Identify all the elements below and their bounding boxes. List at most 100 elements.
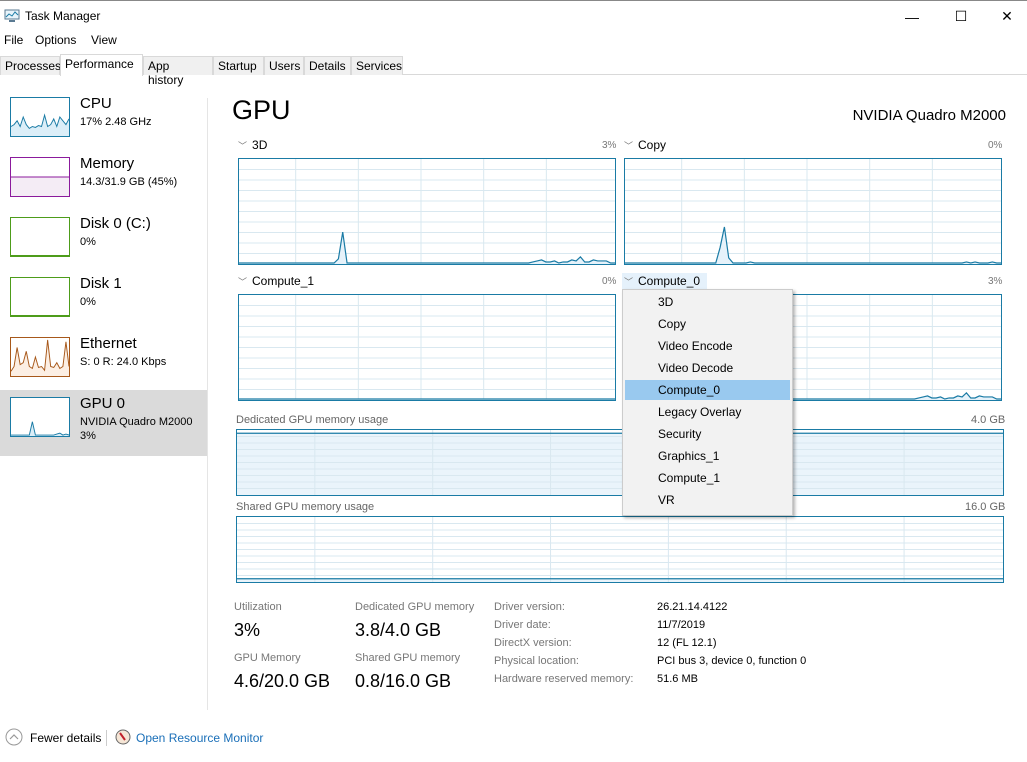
engine-selector-compute-0[interactable]: ﹀ Compute_0 bbox=[624, 274, 700, 288]
engine-value-copy: 0% bbox=[988, 140, 1003, 151]
graph-copy-svg bbox=[625, 159, 1001, 264]
footer-divider bbox=[106, 730, 107, 746]
tab-processes[interactable]: Processes bbox=[0, 56, 61, 75]
chevron-down-icon: ﹀ bbox=[624, 277, 634, 287]
engine-value-compute-1: 0% bbox=[602, 276, 617, 287]
info-value: 26.21.14.4122 bbox=[657, 601, 728, 613]
engine-selector-compute-1[interactable]: ﹀ Compute_1 bbox=[238, 274, 314, 288]
dropdown-item-copy[interactable]: Copy bbox=[625, 314, 790, 334]
info-label: Driver version: bbox=[494, 601, 565, 613]
sidebar-item-gpu-0[interactable]: GPU 0 NVIDIA Quadro M2000 3% bbox=[0, 390, 207, 456]
minimize-icon: — bbox=[905, 8, 919, 25]
dropdown-item-graphics-1[interactable]: Graphics_1 bbox=[625, 446, 790, 466]
tab-startup[interactable]: Startup bbox=[213, 56, 264, 75]
tab-performance[interactable]: Performance bbox=[60, 54, 143, 76]
graph-copy bbox=[624, 158, 1002, 265]
info-value: 11/7/2019 bbox=[657, 619, 706, 631]
device-name: NVIDIA Quadro M2000 bbox=[852, 107, 1006, 124]
sidebar-divider bbox=[207, 98, 208, 710]
tab-app-history[interactable]: App history bbox=[143, 56, 213, 87]
dropdown-item-legacy-overlay[interactable]: Legacy Overlay bbox=[625, 402, 790, 422]
chevron-down-icon: ﹀ bbox=[238, 277, 248, 287]
dropdown-item-security[interactable]: Security bbox=[625, 424, 790, 444]
graph-shared-svg bbox=[237, 517, 1003, 582]
maximize-icon: ☐ bbox=[954, 8, 968, 24]
shared-memory-max: 16.0 GB bbox=[965, 501, 1006, 513]
menu-bar: File Options View bbox=[0, 32, 1027, 50]
sidebar-item-disk-1[interactable]: Disk 1 0% bbox=[0, 270, 207, 336]
sidebar-item-detail: NVIDIA Quadro M2000 bbox=[80, 416, 193, 428]
sidebar-item-detail-2: 3% bbox=[80, 430, 96, 442]
close-button[interactable]: ✕ bbox=[984, 1, 1027, 32]
tab-services[interactable]: Services bbox=[351, 56, 403, 75]
info-label: Driver date: bbox=[494, 619, 551, 631]
sidebar-item-ethernet[interactable]: Ethernet S: 0 R: 24.0 Kbps bbox=[0, 330, 207, 396]
dedicated-gpu-memory-value: 3.8/4.0 GB bbox=[355, 620, 442, 640]
gpu-memory-label: GPU Memory bbox=[234, 652, 301, 664]
resource-monitor-icon bbox=[115, 729, 131, 745]
sidebar-item-name: Ethernet bbox=[80, 335, 137, 352]
dropdown-item-compute-0[interactable]: Compute_0 bbox=[625, 380, 790, 400]
engine-selector-copy[interactable]: ﹀ Copy bbox=[624, 138, 666, 152]
sidebar-item-detail: S: 0 R: 24.0 Kbps bbox=[80, 356, 167, 368]
dropdown-item-vr[interactable]: VR bbox=[625, 490, 790, 510]
tab-bar: Processes Performance App history Startu… bbox=[0, 54, 1027, 87]
tab-users[interactable]: Users bbox=[264, 56, 304, 75]
sidebar-item-detail: 17% 2.48 GHz bbox=[80, 116, 152, 128]
dropdown-item-compute-1[interactable]: Compute_1 bbox=[625, 468, 790, 488]
sidebar-item-detail: 14.3/31.9 GB (45%) bbox=[80, 176, 178, 188]
graph-3d bbox=[238, 158, 616, 265]
sidebar-thumbnail-graph bbox=[10, 157, 70, 197]
info-label: Hardware reserved memory: bbox=[494, 673, 634, 685]
info-label: Physical location: bbox=[494, 655, 579, 667]
fewer-details-button[interactable]: Fewer details bbox=[30, 731, 101, 745]
sidebar-item-name: Memory bbox=[80, 155, 135, 172]
engine-selector-3d[interactable]: ﹀ 3D bbox=[238, 138, 267, 152]
graph-compute-1-svg bbox=[239, 295, 615, 400]
sidebar-thumbnail-graph bbox=[10, 217, 70, 257]
sidebar-item-name: CPU bbox=[80, 95, 112, 112]
sidebar-item-memory[interactable]: Memory 14.3/31.9 GB (45%) bbox=[0, 150, 207, 216]
window-title: Task Manager bbox=[25, 9, 101, 23]
info-value: PCI bus 3, device 0, function 0 bbox=[657, 655, 807, 667]
sidebar-thumbnail-graph bbox=[10, 397, 70, 437]
chevron-down-icon: ﹀ bbox=[624, 141, 634, 151]
dedicated-gpu-memory-label: Dedicated GPU memory bbox=[355, 601, 475, 613]
utilization-label: Utilization bbox=[234, 601, 282, 613]
open-resource-monitor-link[interactable]: Open Resource Monitor bbox=[136, 731, 263, 745]
graph-shared-memory bbox=[236, 516, 1004, 583]
minimize-button[interactable]: — bbox=[889, 1, 935, 32]
close-icon: ✕ bbox=[1001, 8, 1013, 24]
sidebar-item-cpu[interactable]: CPU 17% 2.48 GHz bbox=[0, 90, 207, 156]
sidebar-item-name: Disk 1 bbox=[80, 275, 122, 292]
sidebar-thumbnail-graph bbox=[10, 97, 70, 137]
dropdown-item-3d[interactable]: 3D bbox=[625, 292, 790, 312]
sparkline bbox=[11, 421, 69, 436]
gpu-memory-value: 4.6/20.0 GB bbox=[234, 671, 331, 691]
sidebar-thumbnail-graph bbox=[10, 337, 70, 377]
sparkline-area bbox=[11, 339, 69, 376]
dedicated-memory-max: 4.0 GB bbox=[971, 414, 1006, 426]
info-label: DirectX version: bbox=[494, 637, 572, 649]
dropdown-item-video-decode[interactable]: Video Decode bbox=[625, 358, 790, 378]
info-value: 12 (FL 12.1) bbox=[657, 637, 717, 649]
shared-memory-label: Shared GPU memory usage bbox=[236, 501, 375, 513]
sidebar-item-detail: 0% bbox=[80, 296, 96, 308]
utilization-value: 3% bbox=[234, 620, 261, 640]
menu-options[interactable]: Options bbox=[35, 33, 76, 47]
tab-details[interactable]: Details bbox=[304, 56, 351, 75]
sidebar-item-name: GPU 0 bbox=[80, 395, 126, 412]
title-bar: Task Manager — ☐ ✕ bbox=[0, 0, 1027, 32]
task-manager-icon bbox=[4, 9, 20, 22]
graph-3d-svg bbox=[239, 159, 615, 264]
info-value: 51.6 MB bbox=[657, 673, 698, 685]
menu-file[interactable]: File bbox=[4, 33, 23, 47]
chevron-up-circle-icon[interactable] bbox=[5, 728, 23, 746]
graph-dedicated-svg bbox=[237, 430, 1003, 495]
sidebar-item-disk-0-c[interactable]: Disk 0 (C:) 0% bbox=[0, 210, 207, 276]
maximize-button[interactable]: ☐ bbox=[938, 1, 984, 32]
dropdown-item-video-encode[interactable]: Video Encode bbox=[625, 336, 790, 356]
menu-view[interactable]: View bbox=[91, 33, 117, 47]
sidebar-item-name: Disk 0 (C:) bbox=[80, 215, 151, 232]
footer: Fewer details Open Resource Monitor bbox=[0, 725, 1027, 751]
